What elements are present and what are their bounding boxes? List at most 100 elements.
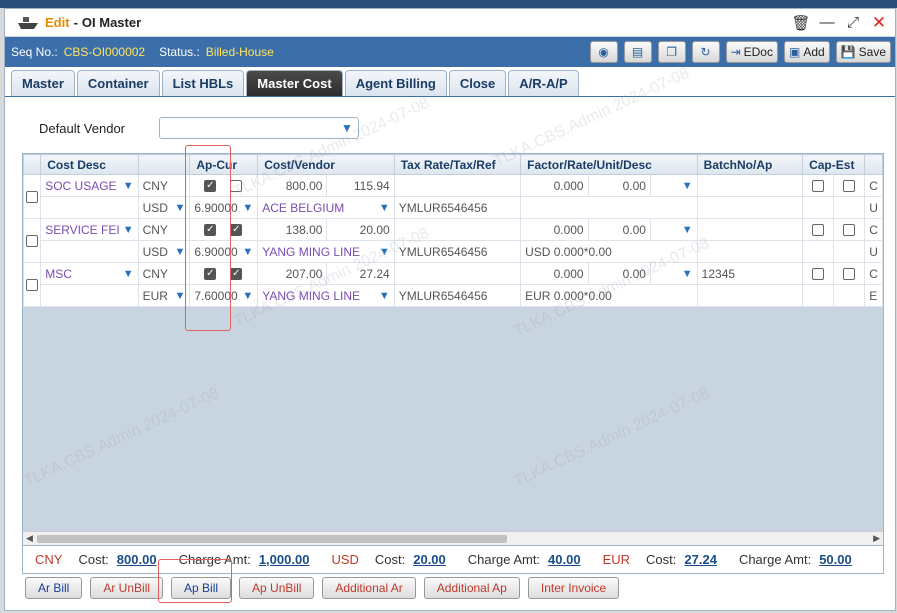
ref-value[interactable]: YMLUR6546456 [393, 196, 522, 219]
summary-charge-link[interactable]: 1,000.00 [259, 552, 310, 567]
additional-ar-button[interactable]: Additional Ar [322, 577, 416, 599]
tab-agent-billing[interactable]: Agent Billing [344, 70, 447, 96]
unit-select[interactable]: ▼ [649, 262, 698, 285]
cap-checkbox[interactable] [812, 180, 825, 193]
tab-ar-ap[interactable]: A/R-A/P [508, 70, 579, 96]
tab-container[interactable]: Container [76, 70, 160, 96]
rate-value[interactable]: 0.00 [587, 218, 651, 241]
trash-icon[interactable]: 🗑 [791, 15, 810, 32]
ap-currency-select[interactable]: USD ▼ [137, 240, 191, 263]
tab-list-hbls[interactable]: List HBLs [161, 70, 245, 96]
chevron-down-icon[interactable]: ▼ [379, 246, 390, 258]
summary-cost-link[interactable]: 20.00 [413, 552, 446, 567]
unit-select[interactable]: ▼ [649, 174, 698, 197]
ap-cur-checkbox-2[interactable]: ✓ [230, 224, 243, 237]
cost-desc-select[interactable]: SERVICE FEI ▼ [40, 218, 139, 241]
batch-value[interactable] [696, 174, 804, 197]
ref-value[interactable]: YMLUR6546456 [393, 240, 522, 263]
tax-cell[interactable] [393, 174, 522, 197]
vendor-select[interactable]: ACE BELGIUM ▼ [257, 196, 395, 219]
print-button[interactable]: ▤ [623, 41, 652, 63]
table-row[interactable]: MSC ▼ CNY ✓ ✓ 207.00 27.24 0.000 0.00 ▼ 12345 C [23, 262, 883, 307]
ap-unbill-button[interactable]: Ap UnBill [239, 577, 315, 599]
tab-master[interactable]: Master [11, 70, 75, 96]
refresh-button[interactable]: ↻ [691, 41, 720, 63]
horizontal-scrollbar[interactable]: ◀ ▶ [23, 531, 883, 545]
batch-value[interactable]: 12345 [696, 262, 804, 285]
ar-bill-button[interactable]: Ar Bill [25, 577, 83, 599]
chevron-down-icon[interactable]: ▼ [379, 202, 390, 214]
ref-value[interactable]: YMLUR6546456 [393, 284, 522, 307]
chevron-down-icon[interactable]: ▼ [682, 268, 693, 280]
chevron-down-icon[interactable]: ▼ [339, 121, 355, 135]
row-select-checkbox[interactable] [26, 279, 39, 292]
cost-value[interactable]: 138.00 [257, 218, 328, 241]
inter-invoice-button[interactable]: Inter Invoice [527, 577, 620, 599]
save-button[interactable]: 💾 Save [835, 41, 891, 63]
table-row-sub[interactable]: USD ▼ 6.90000 ▼ ACE BELGIUM ▼ YMLUR6546456 U [24, 196, 883, 219]
tax-cell[interactable] [393, 218, 522, 241]
chevron-down-icon[interactable]: ▼ [682, 224, 693, 236]
cap-checkbox[interactable] [812, 268, 825, 281]
minimize-icon[interactable]: — [819, 14, 835, 31]
chevron-down-icon[interactable]: ▼ [242, 202, 253, 214]
est-checkbox[interactable] [843, 268, 856, 281]
chevron-down-icon[interactable]: ▼ [242, 290, 253, 302]
table-row-sub[interactable]: EUR ▼ 7.60000 ▼ YANG MING LINE ▼ YMLUR6546456 E… [24, 284, 883, 307]
cost-value-2[interactable]: 115.94 [326, 174, 395, 197]
summary-charge-link[interactable]: 50.00 [819, 552, 852, 567]
tax-cell[interactable] [393, 262, 522, 285]
chevron-down-icon[interactable]: ▼ [174, 202, 185, 214]
chevron-down-icon[interactable]: ▼ [123, 268, 134, 280]
edoc-button[interactable]: ⇥ EDoc [725, 41, 778, 63]
table-row[interactable]: SOC USAGE ▼ CNY ✓ 800.00 115.94 0.000 0.00 ▼ C [23, 174, 883, 219]
chevron-down-icon[interactable]: ▼ [123, 180, 134, 192]
row-select-checkbox[interactable] [26, 191, 39, 204]
chevron-down-icon[interactable]: ▼ [174, 290, 185, 302]
factor-value[interactable]: 0.000 [520, 218, 589, 241]
chevron-down-icon[interactable]: ▼ [123, 224, 134, 236]
ap-cur-checkbox-2[interactable] [230, 180, 243, 193]
table-row[interactable]: SERVICE FEI ▼ CNY ✓ ✓ 138.00 20.00 0.000 0.00 ▼ C [23, 218, 883, 263]
ap-currency-select[interactable]: EUR ▼ [137, 284, 191, 307]
default-vendor-select[interactable]: ▼ [159, 117, 359, 139]
cost-value-2[interactable]: 27.24 [326, 262, 395, 285]
tab-close[interactable]: Close [448, 70, 507, 96]
est-checkbox[interactable] [843, 180, 856, 193]
cost-value-2[interactable]: 20.00 [326, 218, 395, 241]
factor-value[interactable]: 0.000 [520, 174, 589, 197]
additional-ap-button[interactable]: Additional Ap [423, 577, 520, 599]
scroll-right-icon[interactable]: ▶ [873, 533, 880, 544]
chevron-down-icon[interactable]: ▼ [682, 180, 693, 192]
chevron-down-icon[interactable]: ▼ [174, 246, 185, 258]
add-button[interactable]: ▣ Add [783, 41, 830, 63]
globe-button[interactable]: ◉ [589, 41, 618, 63]
tab-master-cost[interactable]: Master Cost [246, 70, 343, 96]
rate-value[interactable]: 0.00 [587, 174, 651, 197]
est-checkbox[interactable] [843, 224, 856, 237]
scroll-left-icon[interactable]: ◀ [26, 533, 33, 544]
chevron-down-icon[interactable]: ▼ [379, 290, 390, 302]
scroll-thumb[interactable] [37, 535, 507, 543]
close-icon[interactable]: ✕ [871, 13, 887, 32]
vendor-select[interactable]: YANG MING LINE ▼ [257, 284, 395, 307]
factor-value[interactable]: 0.000 [520, 262, 589, 285]
chevron-down-icon[interactable]: ▼ [242, 246, 253, 258]
cost-value[interactable]: 800.00 [257, 174, 328, 197]
rate-value[interactable]: 0.00 [587, 262, 651, 285]
cost-value[interactable]: 207.00 [257, 262, 328, 285]
vendor-select[interactable]: YANG MING LINE ▼ [257, 240, 395, 263]
ap-cur-checkbox-2[interactable]: ✓ [230, 268, 243, 281]
ap-currency-select[interactable]: USD ▼ [137, 196, 191, 219]
ar-unbill-button[interactable]: Ar UnBill [90, 577, 164, 599]
cost-desc-select[interactable]: SOC USAGE ▼ [40, 174, 139, 197]
maximize-icon[interactable]: ⤢ [845, 14, 861, 31]
copy-button[interactable]: ❐ [657, 41, 686, 63]
cost-desc-select[interactable]: MSC ▼ [40, 262, 139, 285]
summary-cost-link[interactable]: 800.00 [117, 552, 157, 567]
row-select-checkbox[interactable] [26, 235, 39, 248]
unit-select[interactable]: ▼ [649, 218, 698, 241]
table-row-sub[interactable]: USD ▼ 6.90000 ▼ YANG MING LINE ▼ YMLUR6546456 U… [24, 240, 883, 263]
cap-checkbox[interactable] [812, 224, 825, 237]
summary-cost-link[interactable]: 27.24 [684, 552, 717, 567]
